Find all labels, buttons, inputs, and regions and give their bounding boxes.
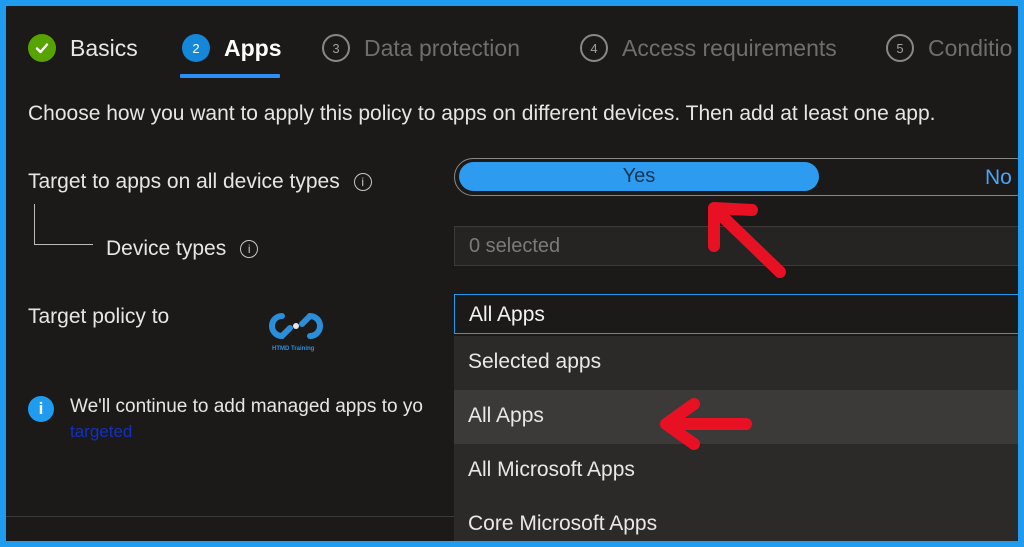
toggle-yes-option[interactable]: Yes: [459, 162, 819, 191]
tree-connector: [34, 204, 93, 245]
step-number: 2: [182, 34, 210, 62]
device-types-label-row: Device types i: [106, 237, 259, 261]
step-number: 5: [886, 34, 914, 62]
step-number: 3: [322, 34, 350, 62]
red-arrow-icon: [660, 398, 752, 450]
divider: [6, 516, 454, 517]
step-number: 4: [580, 34, 608, 62]
target-policy-dropdown[interactable]: All Apps: [454, 294, 1018, 334]
info-icon[interactable]: i: [353, 173, 372, 191]
step-access-requirements[interactable]: 4 Access requirements: [580, 30, 837, 66]
option-selected-apps[interactable]: Selected apps: [454, 336, 1018, 390]
intro-text: Choose how you want to apply this policy…: [28, 102, 936, 125]
step-label: Conditio: [928, 34, 1013, 61]
info-banner: i We'll continue to add managed apps to …: [28, 396, 423, 442]
target-all-label-row: Target to apps on all device types i: [28, 170, 372, 194]
info-circle-icon: i: [28, 396, 54, 422]
device-types-label: Device types: [106, 237, 227, 260]
step-conditions[interactable]: 5 Conditio: [886, 30, 1012, 66]
step-label: Access requirements: [622, 34, 837, 61]
option-core-microsoft-apps[interactable]: Core Microsoft Apps: [454, 498, 1018, 541]
checkmark-icon: [28, 34, 56, 62]
info-banner-link[interactable]: targeted: [70, 422, 423, 442]
step-basics[interactable]: Basics: [28, 30, 138, 66]
logo-text: HTMD Training: [272, 346, 315, 352]
step-data-protection[interactable]: 3 Data protection: [322, 30, 520, 66]
step-label: Basics: [70, 34, 138, 61]
target-policy-label: Target policy to: [28, 305, 170, 328]
wizard-steps: Basics 2 Apps 3 Data protection 4 Access…: [6, 6, 1018, 86]
info-icon[interactable]: i: [240, 240, 259, 258]
info-banner-text: We'll continue to add managed apps to yo: [70, 396, 423, 417]
target-all-toggle[interactable]: Yes No: [454, 158, 1018, 196]
target-all-label: Target to apps on all device types: [28, 170, 340, 193]
red-arrow-icon: [708, 202, 786, 278]
step-label: Data protection: [364, 34, 520, 61]
step-apps[interactable]: 2 Apps: [182, 30, 282, 66]
step-label: Apps: [224, 34, 282, 61]
active-step-underline: [180, 74, 280, 78]
toggle-no-option[interactable]: No: [985, 166, 1012, 190]
policy-wizard: Basics 2 Apps 3 Data protection 4 Access…: [6, 6, 1018, 541]
